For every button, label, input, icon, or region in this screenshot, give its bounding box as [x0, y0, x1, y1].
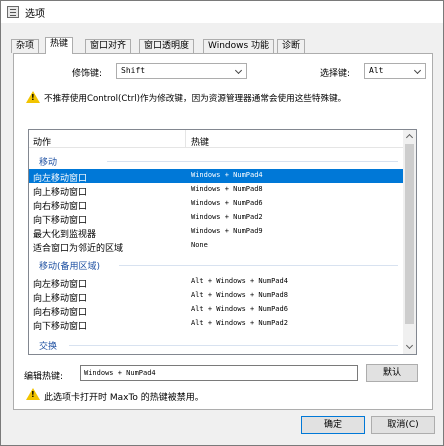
tab-window-snap[interactable]: 窗口对齐: [85, 39, 132, 53]
chevron-down-icon: [234, 66, 243, 75]
row-hotkey: None: [191, 241, 208, 249]
group-divider: [107, 161, 398, 162]
row-hotkey: Windows + NumPad9: [191, 227, 263, 235]
tab-windows-features[interactable]: Windows 功能: [203, 39, 275, 53]
warning-icon: [26, 388, 40, 400]
warning-text-top: 不推荐使用Control(Ctrl)作为修改键，因为资源管理器通常会使用这些特殊…: [44, 94, 347, 104]
group-divider: [69, 345, 398, 346]
tab-misc[interactable]: 杂项: [11, 39, 40, 53]
column-divider: [185, 130, 186, 148]
group-name: 移动: [39, 158, 58, 168]
select-key-value: Alt: [369, 66, 384, 75]
modifier-label: 修饰键:: [72, 69, 103, 79]
edit-hotkey-label: 编辑热键:: [24, 372, 64, 382]
group-name: 移动(备用区域): [39, 262, 101, 272]
hotkey-list[interactable]: 动作 热键 移动 向左移动窗口 Windows + NumPad4 向上移动窗口…: [28, 129, 417, 355]
group-name: 交换: [39, 342, 58, 352]
warning-text-bottom: 此选项卡打开时 MaxTo 的热键被禁用。: [44, 393, 204, 403]
tab-window-transparency[interactable]: 窗口透明度: [139, 39, 195, 53]
row-hotkey: Windows + NumPad6: [191, 199, 263, 207]
window-icon: [7, 6, 19, 18]
group-header: 移动(备用区域): [29, 258, 404, 272]
select-key-select[interactable]: Alt: [364, 63, 426, 79]
column-header-action[interactable]: 动作: [33, 135, 51, 148]
modifier-value: Shift: [121, 66, 146, 75]
chevron-down-icon: [413, 66, 422, 75]
row-action: 适合窗口为邻近的区域: [33, 244, 124, 254]
warning-icon: [26, 91, 40, 103]
ok-button[interactable]: 确定: [301, 416, 365, 434]
table-row[interactable]: 向左移动窗口 Windows + NumPad4: [29, 169, 404, 184]
scroll-thumb[interactable]: [405, 144, 414, 324]
table-row[interactable]: 向下移动窗口 Windows + NumPad2: [29, 211, 404, 226]
table-row[interactable]: 向右移动窗口 Alt + Windows + NumPad6: [29, 303, 404, 318]
modifier-select[interactable]: Shift: [116, 63, 247, 79]
group-header: 移动: [29, 154, 404, 168]
hotkeys-panel: 修饰键: Shift 选择键: Alt 不推荐使用Control(Ctrl)作为…: [13, 53, 433, 410]
window-title: 选项: [25, 9, 45, 20]
group-divider: [119, 265, 398, 266]
list-scrollbar[interactable]: [403, 130, 416, 354]
table-row[interactable]: 向上移动窗口 Alt + Windows + NumPad8: [29, 289, 404, 304]
select-key-label: 选择键:: [320, 69, 351, 79]
row-hotkey: Alt + Windows + NumPad4: [191, 277, 288, 285]
tab-diagnostics[interactable]: 诊断: [277, 39, 306, 53]
list-header: 动作 热键: [29, 130, 404, 148]
edit-hotkey-input[interactable]: Windows + NumPad4: [80, 365, 358, 381]
table-row[interactable]: 最大化到监视器 Windows + NumPad9: [29, 225, 404, 240]
row-hotkey: Windows + NumPad4: [191, 171, 263, 179]
cancel-button[interactable]: 取消(C): [371, 416, 435, 434]
row-hotkey: Windows + NumPad8: [191, 185, 263, 193]
table-row[interactable]: 向右移动窗口 Windows + NumPad6: [29, 197, 404, 212]
options-window: 选项 杂项 热键 窗口对齐 窗口透明度 Windows 功能 诊断 修饰键: S…: [0, 0, 444, 446]
row-hotkey: Windows + NumPad2: [191, 213, 263, 221]
table-row[interactable]: 向下移动窗口 Alt + Windows + NumPad2: [29, 317, 404, 332]
scroll-up-icon[interactable]: [405, 133, 414, 142]
row-action: 向下移动窗口: [33, 322, 88, 332]
group-header: 交换: [29, 338, 404, 352]
table-row[interactable]: 适合窗口为邻近的区域 None: [29, 239, 404, 254]
tab-hotkeys[interactable]: 热键: [45, 37, 74, 54]
table-row[interactable]: 向左移动窗口 Alt + Windows + NumPad4: [29, 275, 404, 290]
row-hotkey: Alt + Windows + NumPad6: [191, 305, 288, 313]
row-hotkey: Alt + Windows + NumPad2: [191, 319, 288, 327]
default-button[interactable]: 默认: [366, 364, 418, 382]
row-hotkey: Alt + Windows + NumPad8: [191, 291, 288, 299]
scroll-down-icon[interactable]: [405, 341, 414, 350]
column-header-hotkey[interactable]: 热键: [191, 135, 209, 148]
table-row[interactable]: 向上移动窗口 Windows + NumPad8: [29, 183, 404, 198]
title-bar[interactable]: 选项: [1, 1, 443, 23]
